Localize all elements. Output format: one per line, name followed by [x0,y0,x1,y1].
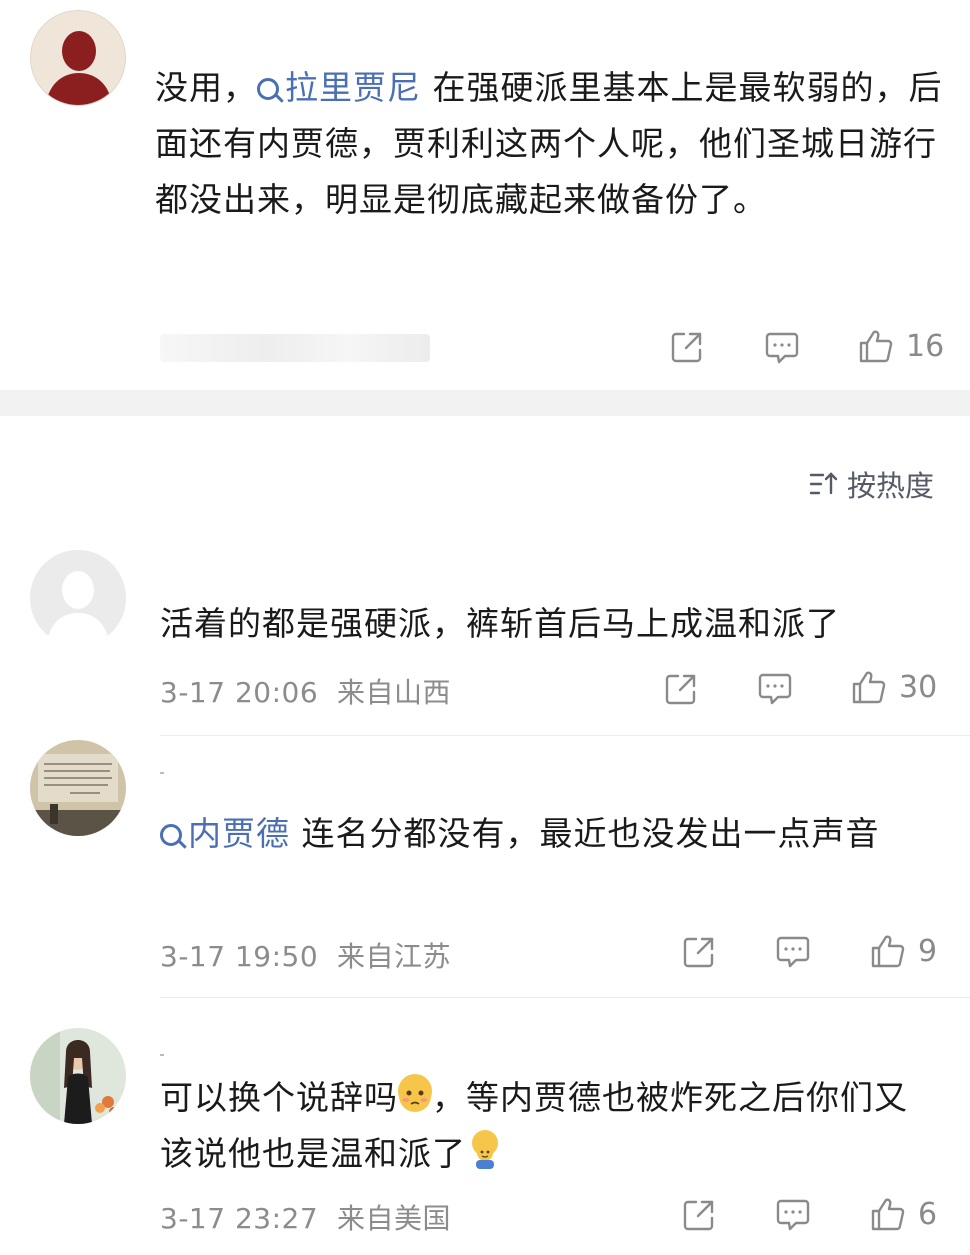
comment-text: 内贾德 连名分都没有，最近也没发出一点声音 [160,806,940,862]
comment-meta: 3-17 20:06 来自山西 [160,671,451,711]
like-icon[interactable] [870,1196,906,1232]
comment-avatar[interactable] [30,550,126,646]
comment-text-body: 连名分都没有，最近也没发出一点声音 [290,814,880,853]
share-icon[interactable] [682,1198,716,1232]
comment-avatar[interactable] [30,1028,126,1124]
post-avatar[interactable] [30,10,126,106]
comment-meta: 3-17 19:50 来自江苏 [160,935,451,975]
comment-item: 活着的都是强硬派，裤斩首后马上成温和派了 3-17 20:06 来自山西 30 [0,548,970,738]
comment-time: 3-17 20:06 [160,676,319,709]
like-icon[interactable] [851,669,887,705]
comment-location: 来自山西 [336,676,451,709]
comment-icon[interactable] [775,934,811,970]
search-mention-icon [257,78,279,100]
comment-like-action[interactable]: 30 [851,669,937,705]
comment-location: 来自美国 [336,1202,451,1235]
blurred-mark [160,772,164,774]
post-like-action[interactable]: 16 [858,328,944,364]
comment-icon[interactable] [764,330,800,366]
comment-time: 3-17 23:27 [160,1202,319,1235]
search-mention-icon [160,824,182,846]
like-count: 9 [918,933,938,969]
post-card: 没用， 拉里贾尼 在强硬派里基本上是最软弱的，后面还有内贾德，贾利利这两个人呢，他… [0,0,970,390]
comment-separator [160,997,970,998]
comment-avatar[interactable] [30,740,126,836]
sort-icon [809,472,838,495]
comment-separator [160,735,970,736]
like-icon[interactable] [858,328,894,364]
post-text-before: 没用， [155,68,257,107]
flushed-emoji-icon [398,1074,432,1112]
comment-item: 可以换个说辞吗 ，等内贾德也被炸死之后你们又该说他也是温和派了 3-17 23:… [0,1022,970,1255]
comment-text-part1: 可以换个说辞吗 [160,1078,398,1117]
section-divider [0,390,970,416]
share-icon[interactable] [682,935,716,969]
blurred-username [160,334,430,362]
sort-label: 按热度 [846,469,934,503]
person-emoji-icon [472,1130,498,1169]
comment-time: 3-17 19:50 [160,940,319,973]
comment-share-action [664,672,698,706]
mention-label: 内贾德 [188,814,290,853]
comment-text: 可以换个说辞吗 ，等内贾德也被炸死之后你们又该说他也是温和派了 [160,1070,940,1182]
mention-link[interactable]: 内贾德 [160,814,290,853]
post-actions [670,330,704,364]
like-count: 16 [906,328,945,364]
post-comment-action [764,330,800,366]
comment-item: 内贾德 连名分都没有，最近也没发出一点声音 3-17 19:50 来自江苏 9 [0,740,970,1000]
share-icon[interactable] [664,672,698,706]
mention-label: 拉里贾尼 [285,68,421,107]
comment-share-action [682,935,716,969]
like-icon[interactable] [870,933,906,969]
blurred-mark [160,1054,164,1056]
comment-share-action [682,1198,716,1232]
post-text: 没用， 拉里贾尼 在强硬派里基本上是最软弱的，后面还有内贾德，贾利利这两个人呢，他… [155,60,945,228]
comment-reply-action [775,934,811,970]
comment-icon[interactable] [757,671,793,707]
comment-location: 来自江苏 [336,940,451,973]
sort-by-hot-button[interactable]: 按热度 [809,463,934,505]
comment-meta: 3-17 23:27 来自美国 [160,1197,451,1237]
comment-reply-action [775,1197,811,1233]
comment-like-action[interactable]: 9 [870,933,937,969]
like-count: 30 [899,669,938,705]
mention-link[interactable]: 拉里贾尼 [257,68,421,107]
comment-icon[interactable] [775,1197,811,1233]
comment-reply-action [757,671,793,707]
like-count: 6 [918,1196,938,1232]
comment-text: 活着的都是强硬派，裤斩首后马上成温和派了 [160,604,840,643]
share-icon[interactable] [670,330,704,364]
comment-like-action[interactable]: 6 [870,1196,937,1232]
